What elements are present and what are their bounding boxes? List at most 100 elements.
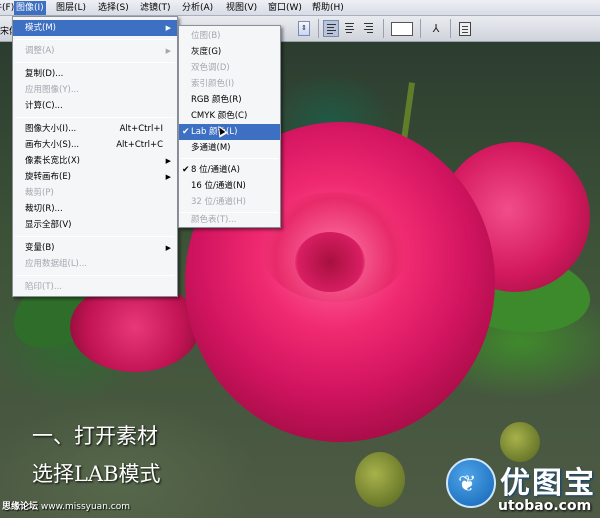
menu-image[interactable]: 图像(I) xyxy=(14,1,46,15)
menu-item-label: 裁剪(P) xyxy=(25,188,54,198)
menu-item-duplicate[interactable]: 复制(D)... xyxy=(13,66,177,82)
menu-item-variables[interactable]: 变量(B) ▶ xyxy=(13,240,177,256)
menu-item-label: 索引颜色(I) xyxy=(191,79,235,89)
menu-item-reveal-all[interactable]: 显示全部(V) xyxy=(13,217,177,233)
menu-item-label: 像素长宽比(X) xyxy=(25,156,80,166)
align-center-button[interactable] xyxy=(342,20,358,37)
menu-analysis[interactable]: 分析(A) xyxy=(180,2,215,14)
character-panel-icon[interactable] xyxy=(459,22,471,36)
menu-item-label: 变量(B) xyxy=(25,243,55,253)
bud-shape xyxy=(355,452,405,507)
mode-item-bitmap[interactable]: 位图(B) xyxy=(179,28,280,44)
menu-item-label: 裁切(R)... xyxy=(25,204,63,214)
menu-layer[interactable]: 图层(L) xyxy=(54,2,88,14)
submenu-arrow-icon: ▶ xyxy=(165,173,171,181)
mode-item-rgb-color[interactable]: RGB 颜色(R) xyxy=(179,92,280,108)
menu-item-label: 应用图像(Y)... xyxy=(25,85,79,95)
menu-filter[interactable]: 滤镜(T) xyxy=(138,2,173,14)
mode-item-lab-color[interactable]: ✔ Lab 颜色(L) xyxy=(179,124,280,140)
submenu-arrow-icon: ▶ xyxy=(165,24,171,32)
mode-item-multichannel[interactable]: 多通道(M) xyxy=(179,140,280,156)
menu-item-apply-image[interactable]: 应用图像(Y)... xyxy=(13,82,177,98)
bird-icon: ❦ xyxy=(458,472,477,497)
align-left-button[interactable] xyxy=(323,20,339,37)
separator xyxy=(318,19,319,38)
menu-item-label: Lab 颜色(L) xyxy=(191,127,238,137)
site-name: 思缘论坛 xyxy=(2,502,39,512)
menu-item-label: 8 位/通道(A) xyxy=(191,165,240,175)
menu-item-label: 复制(D)... xyxy=(25,69,64,79)
menu-item-label: 灰度(G) xyxy=(191,47,222,57)
logo-brand-name: 优图宝 xyxy=(500,466,596,501)
menu-item-label: 显示全部(V) xyxy=(25,220,72,230)
menu-item-label: 应用数据组(L)... xyxy=(25,259,87,269)
menu-item-label: CMYK 颜色(C) xyxy=(191,111,248,121)
menu-view[interactable]: 视图(V) xyxy=(224,2,259,14)
menu-separator xyxy=(15,275,175,276)
mode-item-indexed-color[interactable]: 索引颜色(I) xyxy=(179,76,280,92)
mode-item-duotone[interactable]: 双色调(D) xyxy=(179,60,280,76)
menu-item-label: 双色调(D) xyxy=(191,63,230,73)
menu-item-canvas-size[interactable]: 画布大小(S)... Alt+Ctrl+C xyxy=(13,137,177,153)
menu-item-label: 颜色表(T)... xyxy=(191,215,237,225)
mode-submenu: 位图(B) 灰度(G) 双色调(D) 索引颜色(I) RGB 颜色(R) CMY… xyxy=(178,25,281,228)
menu-item-label: 模式(M) xyxy=(25,23,56,33)
caption-step-instruction: 选择LAB模式 xyxy=(32,462,161,486)
menu-item-label: 位图(B) xyxy=(191,31,221,41)
checkmark-icon: ✔ xyxy=(182,165,190,175)
menu-item-label: 多通道(M) xyxy=(191,143,231,153)
separator xyxy=(420,19,421,38)
mode-item-cmyk-color[interactable]: CMYK 颜色(C) xyxy=(179,108,280,124)
menu-item-label: 计算(C)... xyxy=(25,101,63,111)
align-right-button[interactable] xyxy=(361,20,377,37)
separator xyxy=(383,19,384,38)
menu-item-shortcut: Alt+Ctrl+I xyxy=(119,124,163,134)
menu-item-label: RGB 颜色(R) xyxy=(191,95,242,105)
menu-item-mode[interactable]: 模式(M) ▶ xyxy=(13,20,177,36)
submenu-arrow-icon: ▶ xyxy=(165,47,171,55)
menu-separator xyxy=(15,236,175,237)
image-menu-dropdown: 模式(M) ▶ 调整(A) ▶ 复制(D)... 应用图像(Y)... 计算(C… xyxy=(12,16,178,297)
menu-item-trap[interactable]: 陷印(T)... xyxy=(13,279,177,295)
menu-item-apply-data-set[interactable]: 应用数据组(L)... xyxy=(13,256,177,272)
mode-item-8bit[interactable]: ✔ 8 位/通道(A) xyxy=(179,162,280,178)
menu-item-label: 陷印(T)... xyxy=(25,282,62,292)
mode-item-color-table[interactable]: 颜色表(T)... xyxy=(179,212,280,228)
menu-item-label: 画布大小(S)... xyxy=(25,140,80,150)
menu-item-trim[interactable]: 裁切(R)... xyxy=(13,201,177,217)
menu-item-crop[interactable]: 裁剪(P) xyxy=(13,185,177,201)
mode-item-32bit[interactable]: 32 位/通道(H) xyxy=(179,194,280,210)
menu-item-label: 图像大小(I)... xyxy=(25,124,77,134)
font-size-dropdown-arrow-icon[interactable]: ⇕ xyxy=(298,21,310,36)
menu-item-adjustments[interactable]: 调整(A) ▶ xyxy=(13,43,177,59)
menu-select[interactable]: 选择(S) xyxy=(96,2,131,14)
checkmark-icon: ✔ xyxy=(182,127,190,137)
menu-item-label: 32 位/通道(H) xyxy=(191,197,246,207)
menu-item-rotate-canvas[interactable]: 旋转画布(E) ▶ xyxy=(13,169,177,185)
caption-step-title: 一、打开素材 xyxy=(32,424,158,448)
menu-help[interactable]: 帮助(H) xyxy=(310,2,346,14)
site-watermark: 思缘论坛 www.missyuan.com xyxy=(2,499,130,512)
site-url: www.missyuan.com xyxy=(40,502,130,512)
mode-item-16bit[interactable]: 16 位/通道(N) xyxy=(179,178,280,194)
menu-item-label: 旋转画布(E) xyxy=(25,172,72,182)
menu-item-label: 调整(A) xyxy=(25,46,55,56)
menu-separator xyxy=(15,39,175,40)
menu-window[interactable]: 窗口(W) xyxy=(266,2,304,14)
submenu-arrow-icon: ▶ xyxy=(165,157,171,165)
menu-item-image-size[interactable]: 图像大小(I)... Alt+Ctrl+I xyxy=(13,121,177,137)
menu-item-calculations[interactable]: 计算(C)... xyxy=(13,98,177,114)
separator xyxy=(450,19,451,38)
petal-shape xyxy=(295,232,365,292)
text-color-swatch[interactable] xyxy=(391,22,413,36)
menu-item-label: 16 位/通道(N) xyxy=(191,181,246,191)
mode-item-grayscale[interactable]: 灰度(G) xyxy=(179,44,280,60)
menu-item-pixel-aspect-ratio[interactable]: 像素长宽比(X) ▶ xyxy=(13,153,177,169)
menu-item-shortcut: Alt+Ctrl+C xyxy=(116,140,163,150)
warp-text-icon[interactable]: ⅄ xyxy=(429,21,443,36)
brand-logo: ❦ 优图宝 utobao.com xyxy=(440,450,600,518)
menu-separator xyxy=(181,158,278,159)
menu-bar: 文件(F) 图像(I) 图层(L) 选择(S) 滤镜(T) 分析(A) 视图(V… xyxy=(0,0,600,16)
submenu-arrow-icon: ▶ xyxy=(165,244,171,252)
menu-separator xyxy=(15,117,175,118)
